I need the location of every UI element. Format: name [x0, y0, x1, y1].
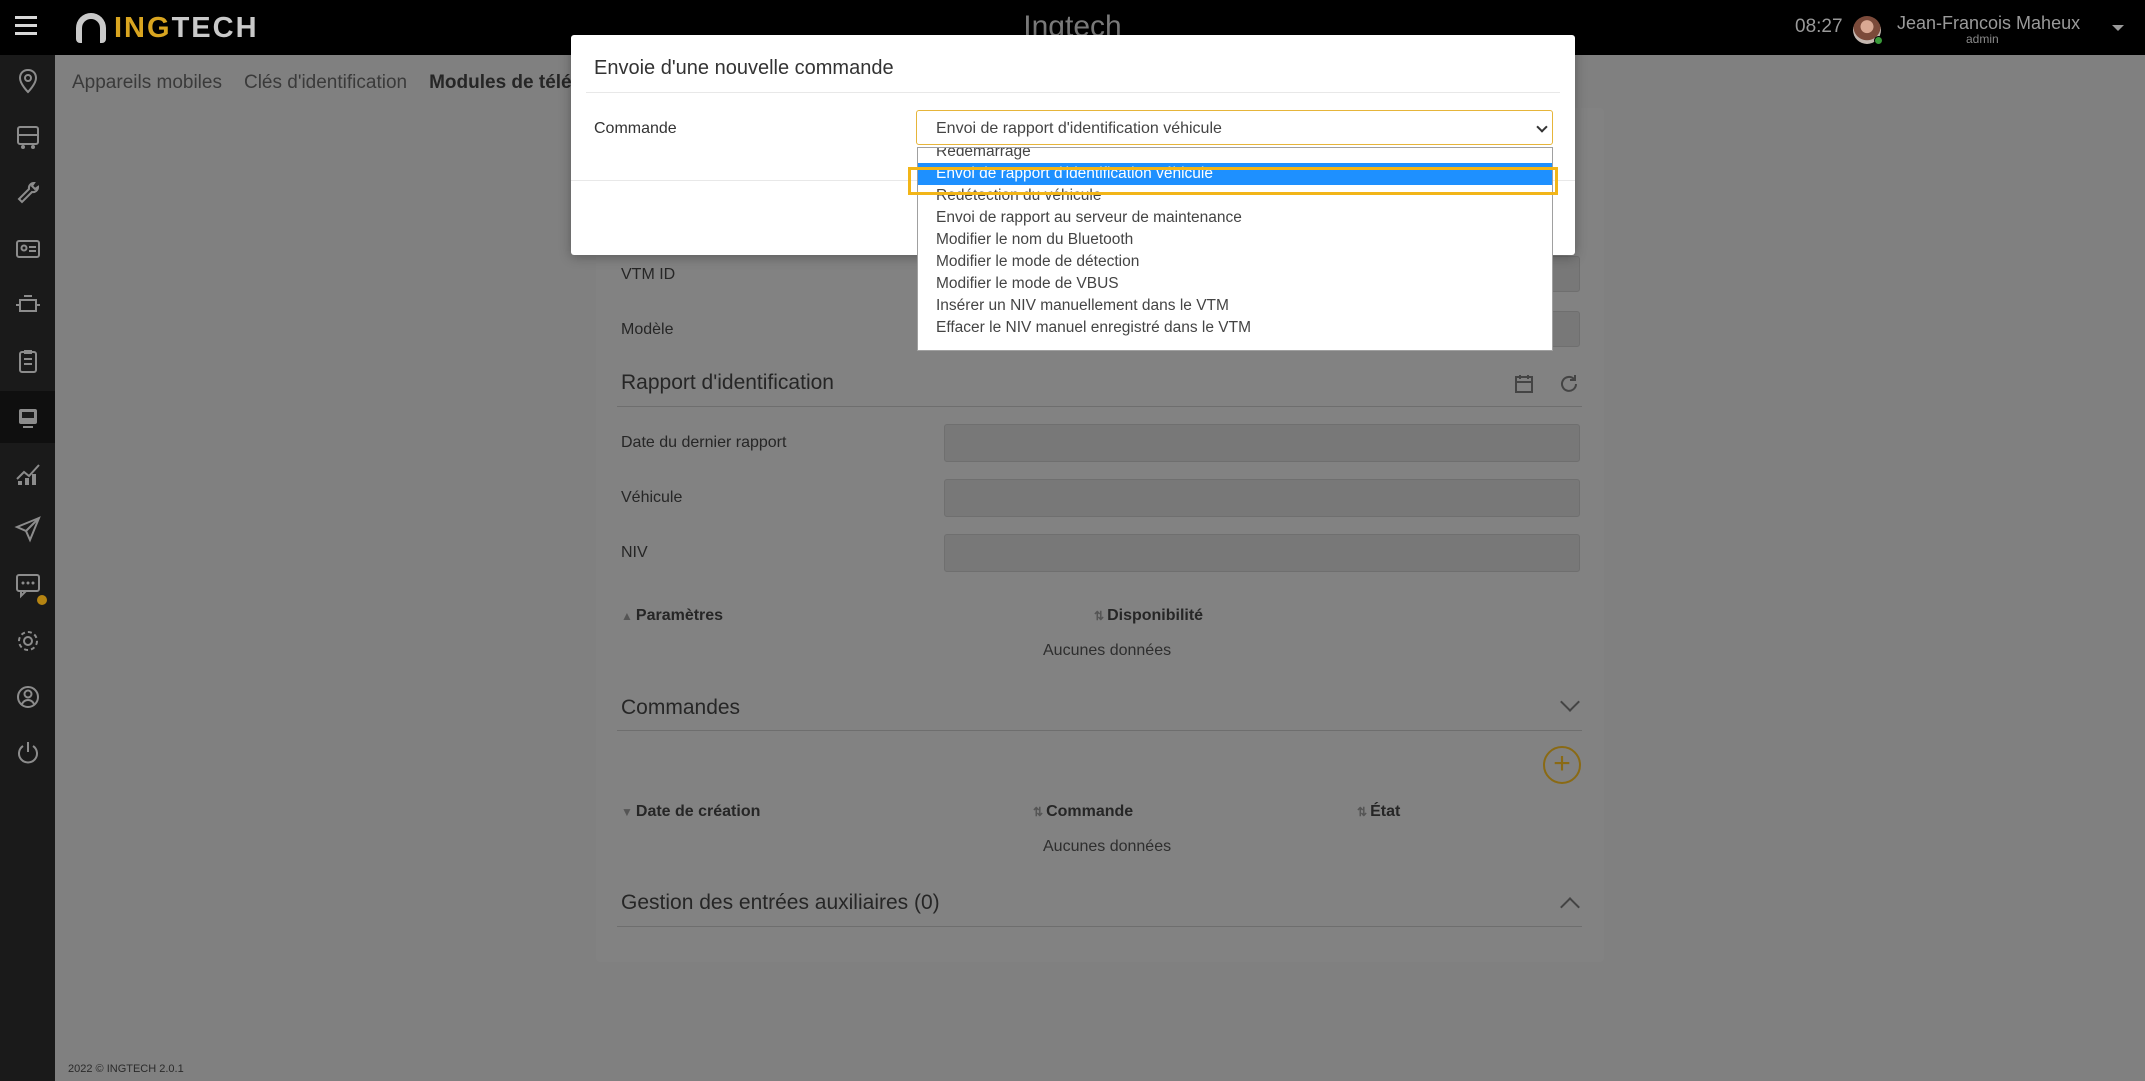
option-envoi-rapport-maintenance[interactable]: Envoi de rapport au serveur de maintenan… — [918, 207, 1552, 229]
message-icon — [15, 574, 40, 599]
column-header-disponibilite[interactable]: ⇅ Disponibilité — [1094, 607, 1203, 625]
chart-icon — [15, 464, 40, 485]
support-icon — [16, 686, 39, 708]
sidebar — [0, 55, 55, 1081]
user-name[interactable]: Jean-Francois Maheux — [1897, 13, 2080, 34]
tab-appareils-mobiles[interactable]: Appareils mobiles — [72, 72, 222, 94]
rapport-section-title: Rapport d'identification — [621, 371, 834, 394]
empty-state-text: Aucunes données — [1043, 642, 1172, 659]
vehicule-label: Véhicule — [621, 489, 683, 506]
wrench-icon — [17, 182, 39, 204]
commande-select-value: Envoi de rapport d'identification véhicu… — [936, 120, 1222, 137]
niv-label: NIV — [621, 544, 648, 561]
modele-label: Modèle — [621, 321, 674, 338]
auxiliary-inputs-section-title: Gestion des entrées auxiliaires (0) — [621, 891, 940, 914]
sidebar-item-vehicles[interactable] — [0, 111, 55, 163]
sidebar-item-statistics[interactable] — [0, 447, 55, 499]
date-dernier-rapport-label: Date du dernier rapport — [621, 434, 787, 451]
commande-select[interactable]: Envoi de rapport d'identification véhicu… — [916, 110, 1553, 145]
vehicule-field[interactable] — [944, 479, 1580, 517]
sidebar-item-engine[interactable] — [0, 279, 55, 331]
column-header-date-creation[interactable]: ▼ Date de création — [621, 803, 760, 821]
user-role: admin — [1966, 32, 1999, 46]
sidebar-item-drivers[interactable] — [0, 223, 55, 275]
option-redemarrage[interactable]: Redémarrage — [918, 148, 1552, 163]
sidebar-item-messages[interactable] — [0, 559, 55, 611]
option-effacer-niv[interactable]: Effacer le NIV manuel enregistré dans le… — [918, 317, 1552, 339]
device-icon — [18, 409, 37, 428]
sidebar-item-logout[interactable] — [0, 727, 55, 779]
send-icon — [13, 516, 41, 543]
tab-cles-identification[interactable]: Clés d'identification — [244, 72, 407, 94]
user-menu-caret-icon[interactable] — [2112, 25, 2124, 31]
notification-dot — [37, 595, 47, 605]
option-modifier-nom-bluetooth[interactable]: Modifier le nom du Bluetooth — [918, 229, 1552, 251]
sub-navigation-tabs: Appareils mobiles Clés d'identification … — [72, 72, 572, 94]
column-header-parametres[interactable]: ▲ Paramètres — [621, 607, 723, 625]
sort-desc-icon: ▼ — [621, 805, 633, 819]
sort-icon: ⇅ — [1033, 805, 1044, 819]
truck-icon — [16, 126, 39, 149]
sidebar-item-devices[interactable] — [0, 391, 55, 443]
divider — [586, 92, 1560, 93]
power-icon — [17, 742, 38, 764]
sidebar-item-dispatch[interactable] — [0, 503, 55, 555]
vtm-id-label: VTM ID — [621, 266, 676, 283]
online-status-dot — [1874, 36, 1883, 45]
sidebar-item-settings[interactable] — [0, 615, 55, 667]
sidebar-item-map[interactable] — [0, 55, 55, 107]
column-header-etat[interactable]: ⇅ État — [1357, 803, 1400, 821]
empty-state-text: Aucunes données — [1043, 838, 1172, 855]
add-command-button[interactable]: + — [1543, 746, 1581, 784]
option-inserer-niv[interactable]: Insérer un NIV manuellement dans le VTM — [918, 295, 1552, 317]
date-dernier-rapport-field[interactable] — [944, 424, 1580, 462]
option-modifier-mode-detection[interactable]: Modifier le mode de détection — [918, 251, 1552, 273]
footer-copyright: 2022 © INGTECH 2.0.1 — [68, 1063, 184, 1075]
sidebar-item-support[interactable] — [0, 671, 55, 723]
clipboard-icon — [18, 350, 37, 373]
divider — [617, 926, 1582, 927]
map-pin-icon — [18, 68, 37, 94]
refresh-icon[interactable] — [1558, 373, 1580, 395]
highlight-box — [908, 167, 1558, 195]
commandes-section-title: Commandes — [621, 696, 741, 719]
clock-time: 08:27 — [1795, 16, 1843, 37]
option-modifier-mode-vbus[interactable]: Modifier le mode de VBUS — [918, 273, 1552, 295]
modal-title: Envoie d'une nouvelle commande — [594, 57, 894, 79]
divider — [617, 406, 1582, 407]
niv-field[interactable] — [944, 534, 1580, 572]
sort-icon: ⇅ — [1094, 609, 1105, 623]
id-card-icon — [15, 240, 40, 258]
engine-icon — [15, 295, 40, 312]
sidebar-item-maintenance[interactable] — [0, 167, 55, 219]
chevron-down-icon — [1536, 121, 1548, 133]
tab-modules-telematiques[interactable]: Modules de télé — [429, 72, 572, 94]
sort-icon: ⇅ — [1357, 805, 1368, 819]
commande-label: Commande — [594, 120, 677, 137]
column-header-commande[interactable]: ⇅ Commande — [1033, 803, 1133, 821]
sidebar-item-reports[interactable] — [0, 335, 55, 387]
divider — [617, 730, 1582, 731]
sort-asc-icon: ▲ — [621, 609, 633, 623]
calendar-icon[interactable] — [1513, 373, 1535, 395]
gear-icon — [17, 631, 38, 651]
